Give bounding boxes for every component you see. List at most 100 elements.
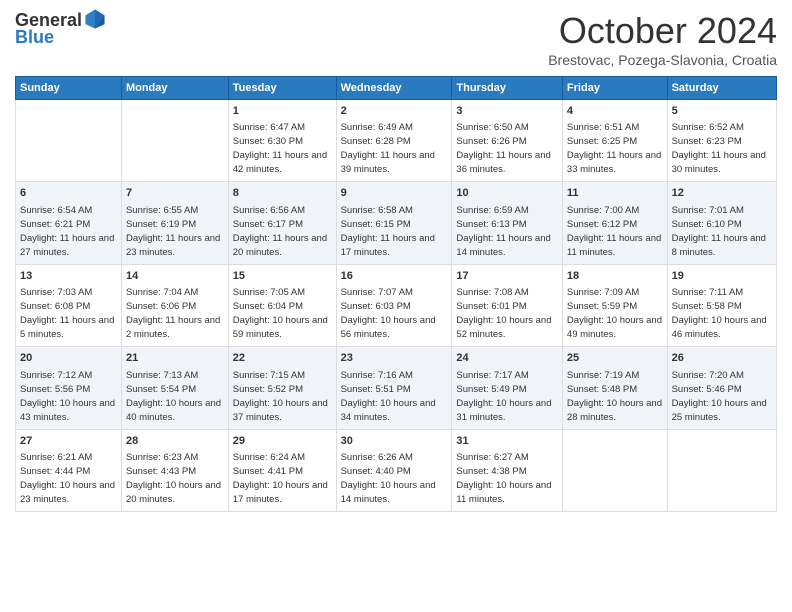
day-number: 10 [456,186,558,201]
day-number: 12 [672,186,772,201]
sunset-text: Sunset: 5:52 PM [233,384,303,395]
logo: General Blue [15,10,106,48]
daylight-text: Daylight: 11 hours and 11 minutes. [567,233,661,258]
day-number: 5 [672,104,772,119]
sunset-text: Sunset: 6:03 PM [341,301,411,312]
sunset-text: Sunset: 5:58 PM [672,301,742,312]
daylight-text: Daylight: 10 hours and 56 minutes. [341,315,436,340]
sunrise-text: Sunrise: 7:16 AM [341,370,413,381]
calendar-cell [16,100,122,182]
sunset-text: Sunset: 6:19 PM [126,219,196,230]
month-title: October 2024 [548,10,777,52]
sunrise-text: Sunrise: 6:55 AM [126,205,198,216]
sunset-text: Sunset: 6:13 PM [456,219,526,230]
day-number: 16 [341,269,448,284]
daylight-text: Daylight: 10 hours and 11 minutes. [456,480,551,505]
col-thursday: Thursday [452,77,563,100]
day-number: 3 [456,104,558,119]
sunrise-text: Sunrise: 6:50 AM [456,122,528,133]
day-number: 2 [341,104,448,119]
calendar-cell: 21 Sunrise: 7:13 AM Sunset: 5:54 PM Dayl… [121,347,228,429]
sunset-text: Sunset: 4:40 PM [341,466,411,477]
day-number: 7 [126,186,224,201]
calendar-cell: 14 Sunrise: 7:04 AM Sunset: 6:06 PM Dayl… [121,264,228,346]
daylight-text: Daylight: 11 hours and 27 minutes. [20,233,114,258]
daylight-text: Daylight: 10 hours and 52 minutes. [456,315,551,340]
daylight-text: Daylight: 11 hours and 23 minutes. [126,233,220,258]
calendar-cell: 23 Sunrise: 7:16 AM Sunset: 5:51 PM Dayl… [336,347,452,429]
calendar-cell: 20 Sunrise: 7:12 AM Sunset: 5:56 PM Dayl… [16,347,122,429]
sunrise-text: Sunrise: 6:21 AM [20,452,92,463]
day-number: 6 [20,186,117,201]
col-monday: Monday [121,77,228,100]
day-number: 30 [341,434,448,449]
day-number: 18 [567,269,663,284]
sunrise-text: Sunrise: 7:12 AM [20,370,92,381]
col-friday: Friday [562,77,667,100]
sunset-text: Sunset: 4:38 PM [456,466,526,477]
calendar-cell: 1 Sunrise: 6:47 AM Sunset: 6:30 PM Dayli… [228,100,336,182]
daylight-text: Daylight: 10 hours and 31 minutes. [456,398,551,423]
sunset-text: Sunset: 5:54 PM [126,384,196,395]
sunset-text: Sunset: 6:26 PM [456,136,526,147]
day-number: 23 [341,351,448,366]
calendar-cell [121,100,228,182]
daylight-text: Daylight: 10 hours and 25 minutes. [672,398,767,423]
day-number: 24 [456,351,558,366]
day-number: 17 [456,269,558,284]
sunrise-text: Sunrise: 6:23 AM [126,452,198,463]
page-container: General Blue October 2024 Brestovac, Poz… [0,0,792,522]
day-number: 20 [20,351,117,366]
day-number: 28 [126,434,224,449]
daylight-text: Daylight: 11 hours and 33 minutes. [567,150,661,175]
sunrise-text: Sunrise: 6:59 AM [456,205,528,216]
calendar-cell: 15 Sunrise: 7:05 AM Sunset: 6:04 PM Dayl… [228,264,336,346]
calendar-cell: 18 Sunrise: 7:09 AM Sunset: 5:59 PM Dayl… [562,264,667,346]
sunset-text: Sunset: 6:12 PM [567,219,637,230]
calendar-cell: 26 Sunrise: 7:20 AM Sunset: 5:46 PM Dayl… [667,347,776,429]
logo-blue-text: Blue [15,27,54,48]
sunset-text: Sunset: 5:59 PM [567,301,637,312]
sunrise-text: Sunrise: 7:01 AM [672,205,744,216]
calendar-cell: 24 Sunrise: 7:17 AM Sunset: 5:49 PM Dayl… [452,347,563,429]
day-number: 21 [126,351,224,366]
daylight-text: Daylight: 11 hours and 39 minutes. [341,150,435,175]
sunrise-text: Sunrise: 7:03 AM [20,287,92,298]
day-number: 14 [126,269,224,284]
daylight-text: Daylight: 11 hours and 14 minutes. [456,233,550,258]
sunrise-text: Sunrise: 7:00 AM [567,205,639,216]
sunrise-text: Sunrise: 6:47 AM [233,122,305,133]
calendar-cell: 17 Sunrise: 7:08 AM Sunset: 6:01 PM Dayl… [452,264,563,346]
day-number: 1 [233,104,332,119]
day-number: 15 [233,269,332,284]
daylight-text: Daylight: 10 hours and 40 minutes. [126,398,221,423]
daylight-text: Daylight: 10 hours and 59 minutes. [233,315,328,340]
daylight-text: Daylight: 10 hours and 23 minutes. [20,480,115,505]
calendar-row-2: 6 Sunrise: 6:54 AM Sunset: 6:21 PM Dayli… [16,182,777,264]
daylight-text: Daylight: 11 hours and 8 minutes. [672,233,766,258]
calendar-cell: 8 Sunrise: 6:56 AM Sunset: 6:17 PM Dayli… [228,182,336,264]
day-number: 9 [341,186,448,201]
calendar-cell: 4 Sunrise: 6:51 AM Sunset: 6:25 PM Dayli… [562,100,667,182]
daylight-text: Daylight: 10 hours and 17 minutes. [233,480,328,505]
sunrise-text: Sunrise: 6:26 AM [341,452,413,463]
calendar-row-4: 20 Sunrise: 7:12 AM Sunset: 5:56 PM Dayl… [16,347,777,429]
calendar-row-1: 1 Sunrise: 6:47 AM Sunset: 6:30 PM Dayli… [16,100,777,182]
calendar-cell: 9 Sunrise: 6:58 AM Sunset: 6:15 PM Dayli… [336,182,452,264]
day-number: 4 [567,104,663,119]
sunset-text: Sunset: 4:41 PM [233,466,303,477]
day-number: 11 [567,186,663,201]
sunrise-text: Sunrise: 7:05 AM [233,287,305,298]
calendar-cell: 5 Sunrise: 6:52 AM Sunset: 6:23 PM Dayli… [667,100,776,182]
calendar-row-3: 13 Sunrise: 7:03 AM Sunset: 6:08 PM Dayl… [16,264,777,346]
daylight-text: Daylight: 11 hours and 17 minutes. [341,233,435,258]
sunrise-text: Sunrise: 6:49 AM [341,122,413,133]
calendar-cell: 3 Sunrise: 6:50 AM Sunset: 6:26 PM Dayli… [452,100,563,182]
sunset-text: Sunset: 5:56 PM [20,384,90,395]
calendar-cell: 25 Sunrise: 7:19 AM Sunset: 5:48 PM Dayl… [562,347,667,429]
sunrise-text: Sunrise: 6:54 AM [20,205,92,216]
column-headers: Sunday Monday Tuesday Wednesday Thursday… [16,77,777,100]
sunrise-text: Sunrise: 6:58 AM [341,205,413,216]
daylight-text: Daylight: 10 hours and 43 minutes. [20,398,115,423]
daylight-text: Daylight: 10 hours and 49 minutes. [567,315,662,340]
